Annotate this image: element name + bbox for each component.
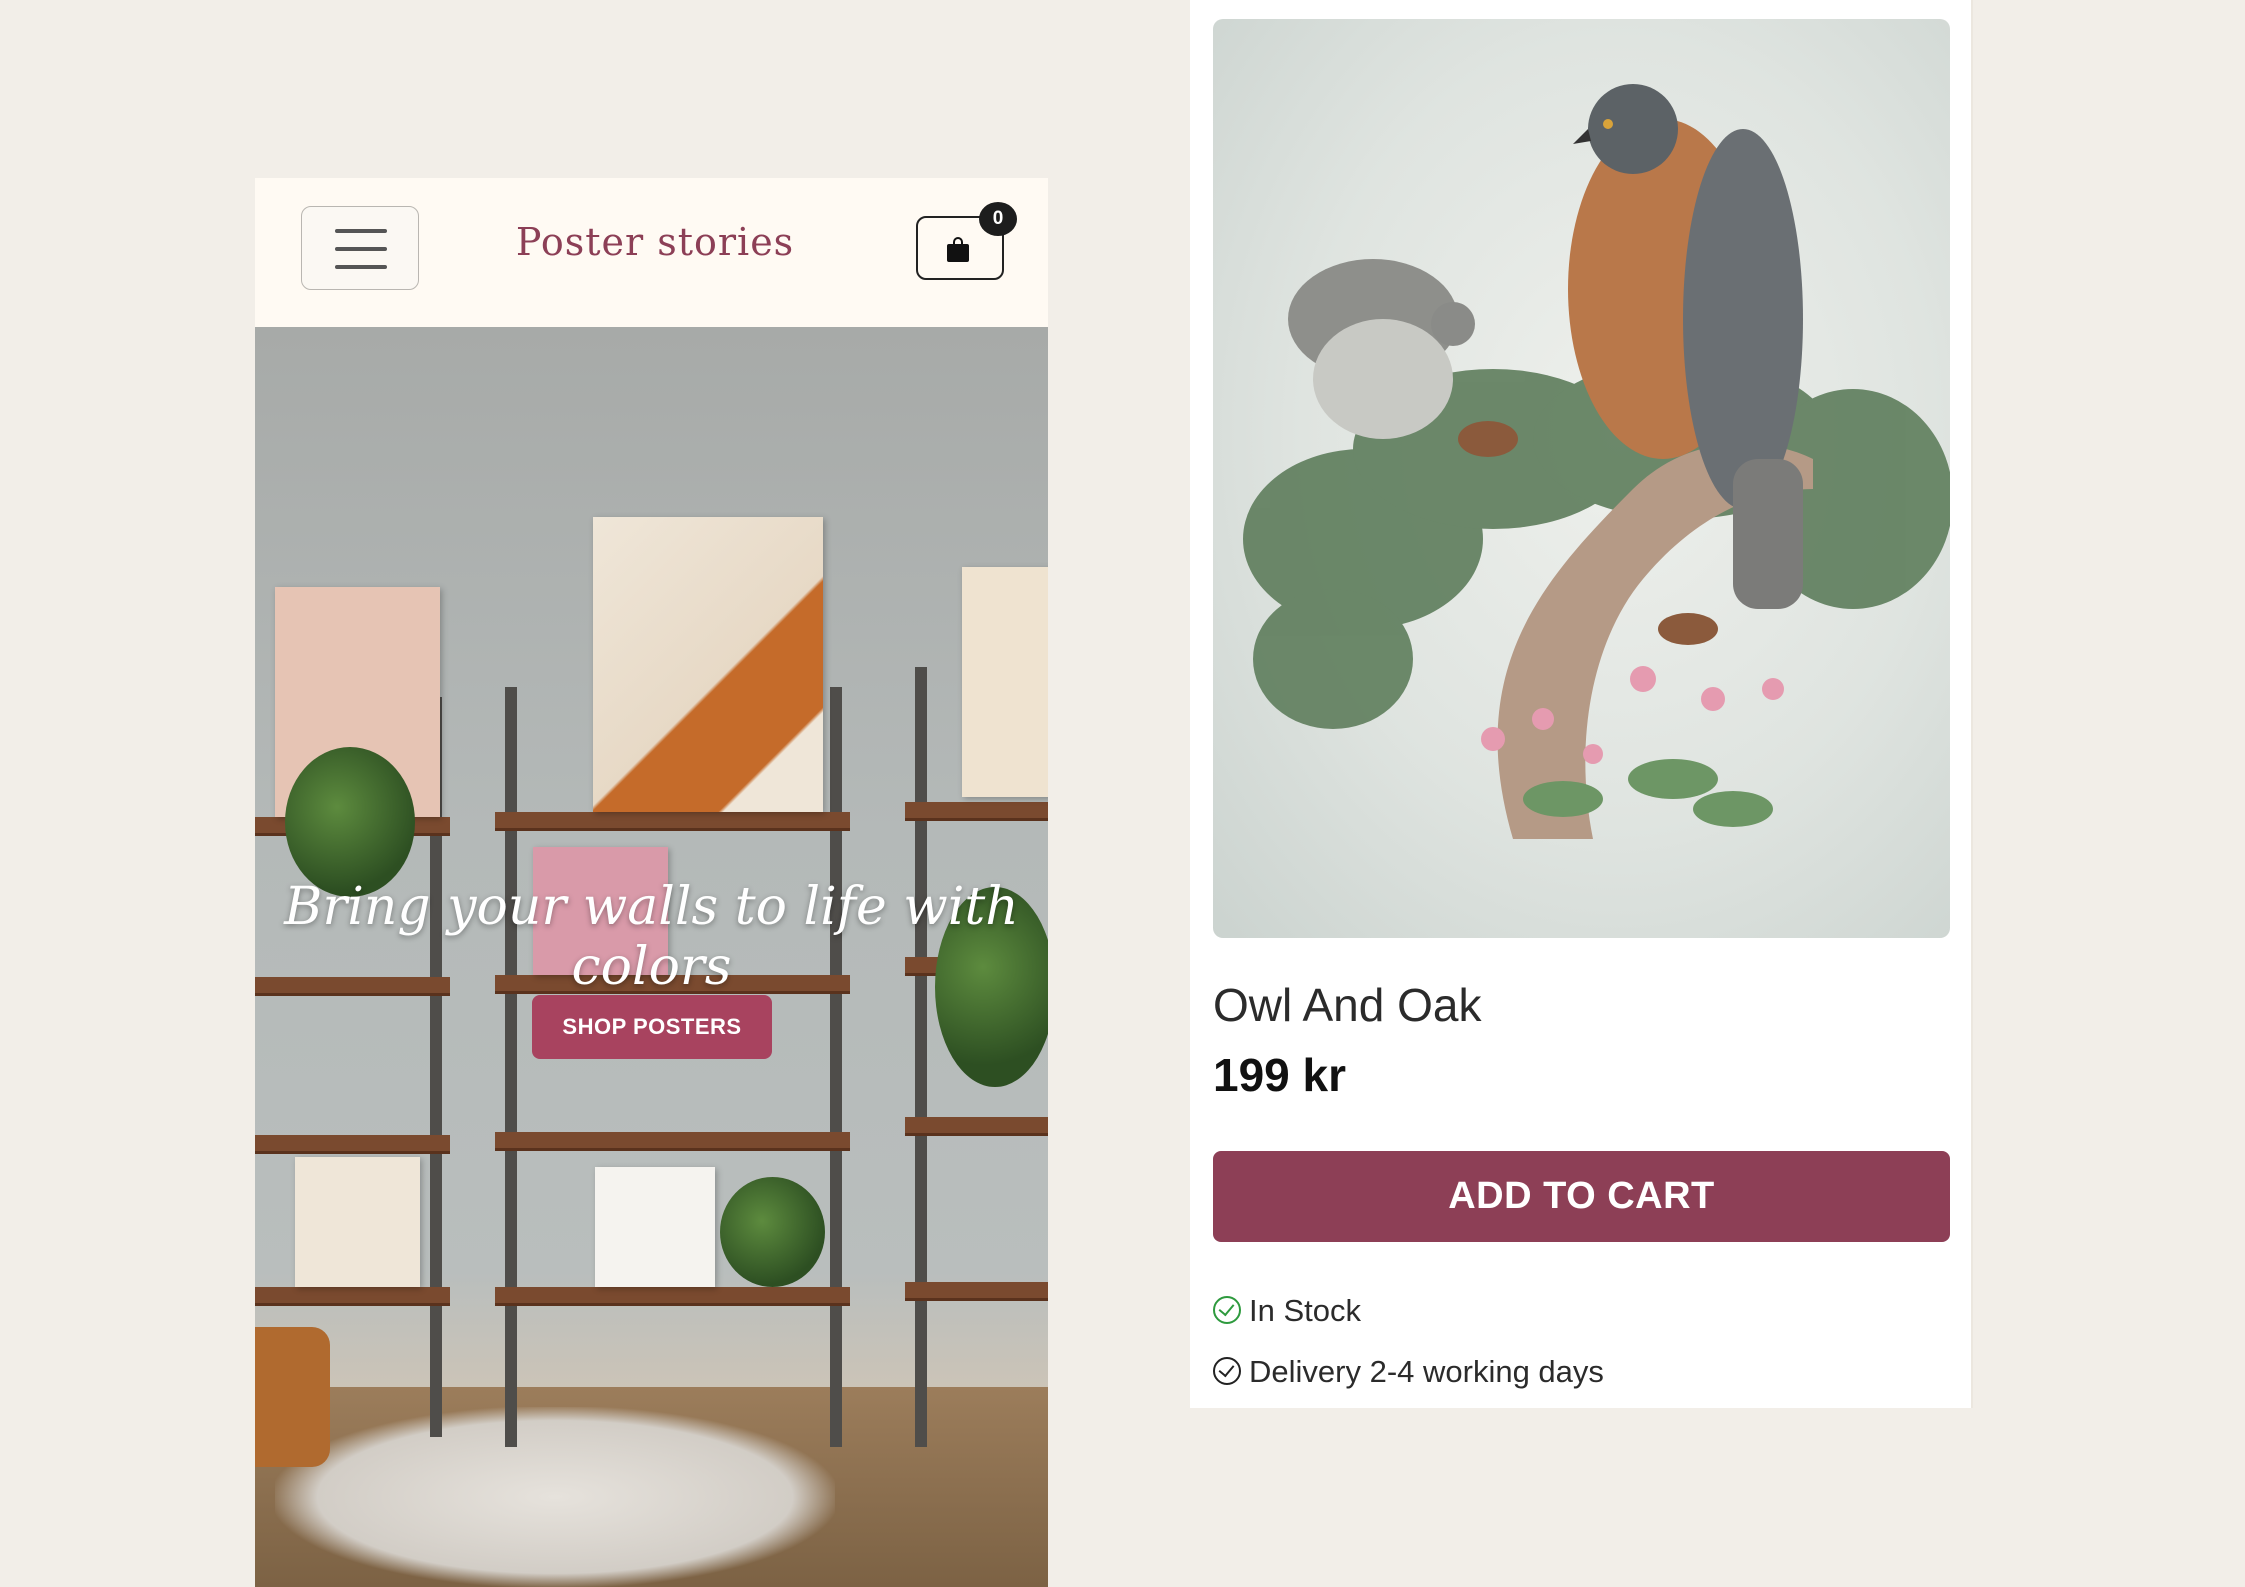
hamburger-menu-icon [335,229,387,233]
product-image[interactable] [1213,19,1950,938]
product-title: Owl And Oak [1213,979,1482,1031]
plant [720,1177,825,1287]
top-navigation-bar: Poster stories 0 [255,178,1048,328]
wall-poster [593,517,823,812]
shelf-board [495,812,850,831]
shelf-board [495,1287,850,1306]
bird-illustration [1243,84,1950,839]
stock-status-text: In Stock [1249,1293,1361,1328]
rug [275,1407,835,1587]
site-logo[interactable]: Poster stories [455,212,855,272]
shelf-board [905,802,1048,821]
shelf-post [915,667,927,1447]
wall-poster [962,567,1048,797]
mobile-homepage: Poster stories 0 Bring your walls to lif… [255,178,1048,1587]
stock-status: In Stock [1213,1289,1933,1333]
delivery-info-text: Delivery 2-4 working days [1249,1354,1604,1389]
shelf-board [905,1117,1048,1136]
hamburger-menu-icon-line [335,247,387,251]
check-circle-icon [1213,1356,1241,1385]
cart-count-badge: 0 [979,202,1017,236]
wall-poster [295,1157,420,1287]
shelf-post [505,687,517,1447]
product-price: 199 kr [1213,1049,1347,1101]
plant [285,747,415,897]
wall-poster [595,1167,715,1287]
hero-title: Bring your walls to life with colors [284,877,1019,997]
check-circle-icon [1213,1295,1241,1324]
hamburger-menu-icon-line [335,265,387,269]
shelf-board [255,1135,450,1154]
shelf-board [495,1132,850,1151]
add-to-cart-button[interactable]: ADD TO CART [1213,1151,1950,1242]
shop-posters-button[interactable]: SHOP POSTERS [532,995,772,1059]
shelf-board [255,1287,450,1306]
shelf-post [830,687,842,1447]
delivery-info: Delivery 2-4 working days [1213,1350,1933,1394]
product-detail-card: Owl And Oak 199 kr ADD TO CART In Stock … [1190,0,1973,1408]
shopping-bag-icon [947,237,969,262]
menu-button[interactable] [301,206,419,290]
leather-pouf [255,1327,330,1467]
hero-banner: Bring your walls to life with colors SHO… [255,327,1048,1587]
shelf-board [905,1282,1048,1301]
